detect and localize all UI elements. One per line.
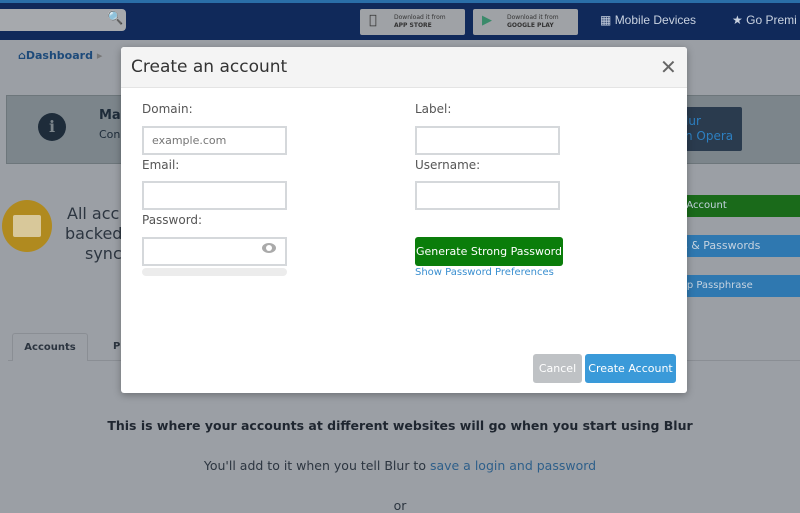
home-icon: ⌂	[18, 49, 26, 62]
summary-line3: sync	[85, 244, 122, 263]
app-store-button[interactable]:  Download it from APP STORE	[360, 9, 465, 35]
google-play-line2: GOOGLE PLAY	[507, 22, 554, 29]
logins-label: ns & Passwords	[675, 239, 761, 252]
banner-subtitle: Con	[99, 128, 121, 141]
breadcrumb-separator-icon: ▸	[96, 49, 103, 62]
grid-icon: ▦	[600, 13, 612, 27]
password-label: Password:	[142, 213, 203, 227]
mobile-devices-link[interactable]: ▦ Mobile Devices	[600, 13, 696, 27]
star-icon: ★	[732, 13, 743, 27]
google-play-line1: Download it from	[507, 14, 559, 21]
breadcrumb-dashboard[interactable]: Dashboard	[26, 49, 93, 62]
banner-title: Ma	[99, 108, 121, 123]
mobile-devices-label: Mobile Devices	[614, 13, 697, 27]
app-store-line2: APP STORE	[394, 22, 432, 29]
opera-install-button[interactable]: lur n Opera	[685, 107, 742, 151]
google-play-button[interactable]: ▶ Download it from GOOGLE PLAY	[473, 9, 578, 35]
username-input[interactable]	[415, 181, 560, 210]
username-label: Username:	[415, 158, 481, 172]
google-play-icon: ▶	[482, 13, 492, 28]
opera-button-line2: n Opera	[685, 129, 734, 143]
search-icon[interactable]: 🔍	[107, 11, 123, 26]
email-input[interactable]	[142, 181, 287, 210]
go-premium-link[interactable]: ★ Go Premi	[732, 13, 797, 27]
cancel-button[interactable]: Cancel	[533, 354, 582, 383]
apple-icon: 	[369, 14, 377, 28]
empty-state-title: This is where your accounts at different…	[107, 418, 693, 433]
app-store-line1: Download it from	[394, 14, 446, 21]
empty-state-subtitle: You'll add to it when you tell Blur to s…	[0, 458, 800, 473]
breadcrumb[interactable]: ⌂Dashboard ▸	[18, 49, 102, 62]
new-account-button[interactable]: w Account	[675, 195, 800, 217]
label-input[interactable]	[415, 126, 560, 155]
go-premium-label: Go Premi	[746, 13, 797, 27]
label-label: Label:	[415, 102, 452, 116]
backup-passphrase-button[interactable]: kup Passphrase	[675, 275, 800, 297]
or-text: or	[393, 498, 407, 513]
opera-button-line1: lur	[685, 114, 701, 128]
create-account-button[interactable]: Create Account	[585, 354, 676, 383]
summary-line2: backed	[65, 224, 123, 243]
logins-passwords-button[interactable]: ns & Passwords	[675, 235, 800, 257]
tab-accounts[interactable]: Accounts	[12, 333, 88, 361]
generate-password-button[interactable]: Generate Strong Password	[415, 237, 563, 266]
email-label: Email:	[142, 158, 180, 172]
create-account-modal: Create an account ✕ Domain: Email: Passw…	[121, 47, 687, 393]
password-strength-bar	[142, 268, 287, 276]
domain-label: Domain:	[142, 102, 193, 116]
contact-card-icon	[2, 200, 52, 252]
close-icon[interactable]: ✕	[660, 55, 677, 79]
modal-title: Create an account	[131, 57, 288, 77]
tab-second[interactable]: P	[113, 341, 120, 352]
domain-input[interactable]	[142, 126, 287, 155]
eye-icon[interactable]	[262, 243, 276, 253]
password-preferences-link[interactable]: Show Password Preferences	[415, 267, 554, 278]
save-login-link[interactable]: save a login and password	[430, 458, 596, 473]
info-icon: i	[38, 113, 66, 141]
summary-line1: All acc	[67, 204, 120, 223]
empty-state-prefix: You'll add to it when you tell Blur to	[203, 458, 430, 473]
